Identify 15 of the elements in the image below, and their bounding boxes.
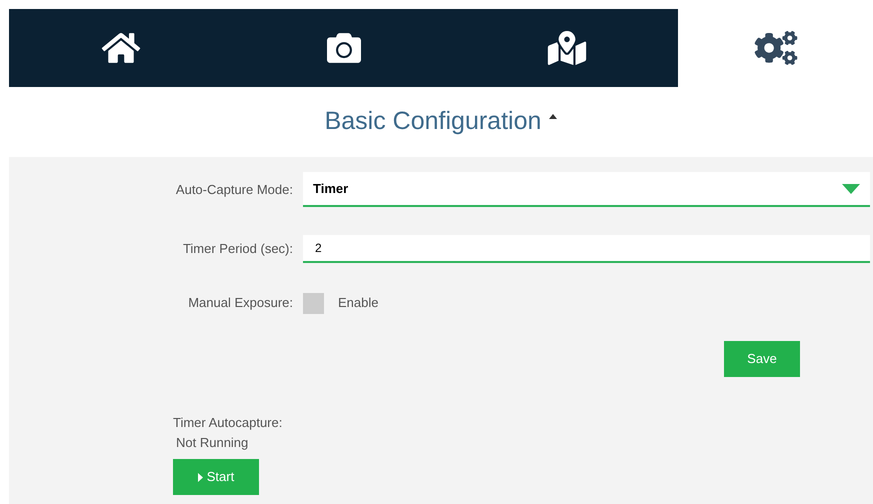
status-label: Timer Autocapture: bbox=[173, 414, 282, 432]
settings-icon bbox=[754, 31, 798, 65]
nav-tab[interactable] bbox=[9, 9, 232, 87]
checkbox[interactable] bbox=[303, 292, 324, 314]
field-label: Auto-Capture Mode: bbox=[174, 180, 294, 199]
status-value: Not Running bbox=[175, 434, 248, 452]
play-icon bbox=[198, 472, 203, 482]
dropdown-arrow-icon bbox=[842, 184, 860, 194]
input-field[interactable]: 2 bbox=[303, 235, 870, 263]
section-title: Basic Configuration bbox=[324, 106, 542, 138]
field-label: Manual Exposure: bbox=[187, 294, 294, 312]
field-label: Timer Period (sec): bbox=[182, 240, 294, 258]
nav-tab[interactable] bbox=[455, 9, 678, 87]
checkbox-label: Enable bbox=[338, 294, 378, 312]
mode-dropdown[interactable]: Timer bbox=[303, 172, 870, 207]
